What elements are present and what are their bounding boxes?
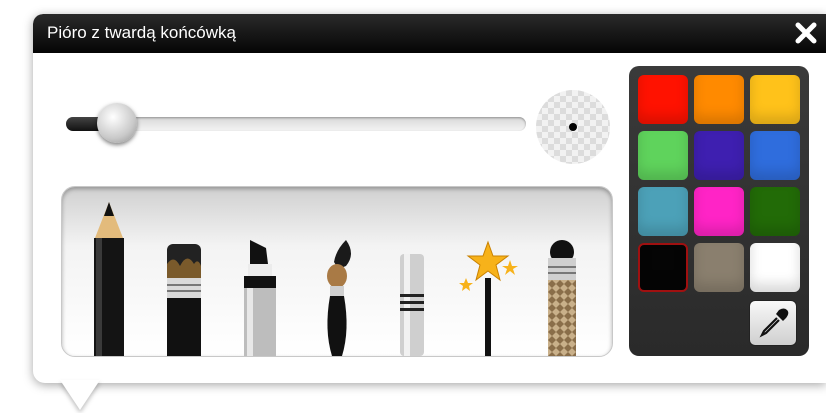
pencil-icon[interactable] bbox=[84, 202, 134, 356]
close-icon bbox=[795, 22, 817, 44]
color-palette bbox=[629, 66, 809, 356]
color-swatch[interactable] bbox=[638, 243, 688, 292]
color-swatch[interactable] bbox=[694, 75, 744, 124]
brush-size-preview bbox=[536, 90, 610, 164]
hard-tip-pen-icon[interactable] bbox=[394, 254, 430, 356]
highlighter-icon[interactable] bbox=[238, 240, 282, 356]
color-swatch[interactable] bbox=[694, 131, 744, 180]
paintbrush-icon[interactable] bbox=[316, 240, 360, 356]
eyedropper-button[interactable] bbox=[749, 300, 797, 346]
texture-brush-icon[interactable] bbox=[540, 240, 584, 356]
color-swatch[interactable] bbox=[750, 75, 800, 124]
color-swatch[interactable] bbox=[750, 187, 800, 236]
eyedropper-icon bbox=[759, 308, 789, 338]
color-swatch[interactable] bbox=[638, 187, 688, 236]
title-bar: Pióro z twardą końcówką bbox=[33, 14, 826, 53]
magic-wand-icon[interactable] bbox=[458, 240, 520, 356]
window-title: Pióro z twardą końcówką bbox=[47, 23, 236, 42]
close-button[interactable] bbox=[794, 21, 818, 45]
thickness-slider-thumb[interactable] bbox=[96, 103, 137, 143]
color-swatch[interactable] bbox=[694, 187, 744, 236]
color-swatch[interactable] bbox=[638, 75, 688, 124]
tools-tray bbox=[61, 186, 613, 357]
callout-pointer bbox=[60, 380, 100, 410]
color-swatch[interactable] bbox=[638, 131, 688, 180]
brush-size-preview-dot bbox=[569, 123, 577, 131]
marker-icon[interactable] bbox=[162, 244, 206, 356]
color-swatch[interactable] bbox=[750, 243, 800, 292]
color-swatch[interactable] bbox=[750, 131, 800, 180]
color-swatch[interactable] bbox=[694, 243, 744, 292]
